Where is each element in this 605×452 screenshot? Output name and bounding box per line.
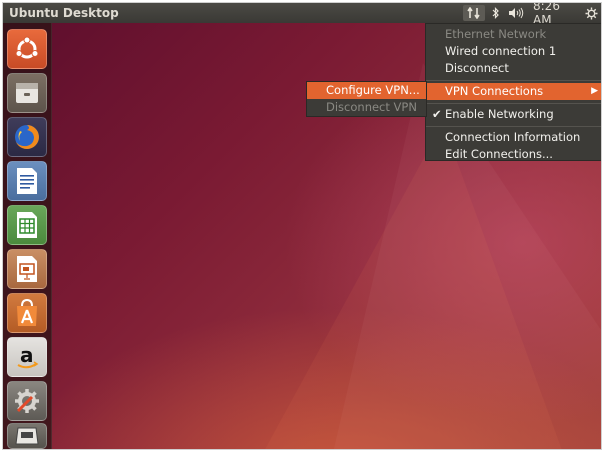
software-center-icon[interactable] <box>7 293 47 333</box>
ubuntu-dash-icon[interactable] <box>7 29 47 69</box>
network-menu: Ethernet Network Wired connection 1 Disc… <box>425 23 601 163</box>
session-gear-icon[interactable] <box>583 5 599 21</box>
files-icon[interactable] <box>7 73 47 113</box>
libreoffice-impress-icon[interactable] <box>7 249 47 289</box>
disconnect-vpn-item: Disconnect VPN <box>326 100 417 114</box>
volume-icon[interactable] <box>506 5 526 21</box>
submenu-arrow-icon: ▶ <box>591 86 598 96</box>
top-panel: Ubuntu Desktop 8:26 AM <box>3 3 601 27</box>
trash-icon[interactable] <box>7 423 47 449</box>
app-title: Ubuntu Desktop <box>9 6 119 20</box>
ethernet-network-header: Ethernet Network <box>445 27 547 41</box>
vpn-connections-item[interactable]: VPN Connections ▶ <box>426 83 601 100</box>
configure-vpn-item[interactable]: Configure VPN... <box>307 82 426 99</box>
menu-separator <box>426 103 601 104</box>
edit-connections-item[interactable]: Edit Connections... <box>426 146 601 163</box>
desktop: Ubuntu Desktop 8:26 AM a Ethernet Networ… <box>2 2 602 450</box>
bluetooth-icon[interactable] <box>489 5 503 21</box>
disconnect-item[interactable]: Disconnect <box>426 60 601 77</box>
libreoffice-writer-icon[interactable] <box>7 161 47 201</box>
amazon-icon[interactable]: a <box>7 337 47 377</box>
enable-networking-label: Enable Networking <box>445 107 554 121</box>
vpn-submenu: Configure VPN... Disconnect VPN <box>306 81 427 117</box>
network-icon[interactable] <box>463 5 485 21</box>
clock[interactable]: 8:26 AM <box>533 3 581 27</box>
checkmark-icon: ✔ <box>432 107 442 121</box>
firefox-icon[interactable] <box>7 117 47 157</box>
enable-networking-item[interactable]: ✔ Enable Networking <box>426 106 601 123</box>
svg-text:a: a <box>20 343 34 367</box>
menu-separator <box>426 126 601 127</box>
wired-connection-item[interactable]: Wired connection 1 <box>426 43 601 60</box>
vpn-connections-label: VPN Connections <box>445 84 544 98</box>
connection-information-item[interactable]: Connection Information <box>426 129 601 146</box>
menu-separator <box>426 80 601 81</box>
system-settings-icon[interactable] <box>7 381 47 421</box>
launcher: a <box>3 23 52 449</box>
libreoffice-calc-icon[interactable] <box>7 205 47 245</box>
